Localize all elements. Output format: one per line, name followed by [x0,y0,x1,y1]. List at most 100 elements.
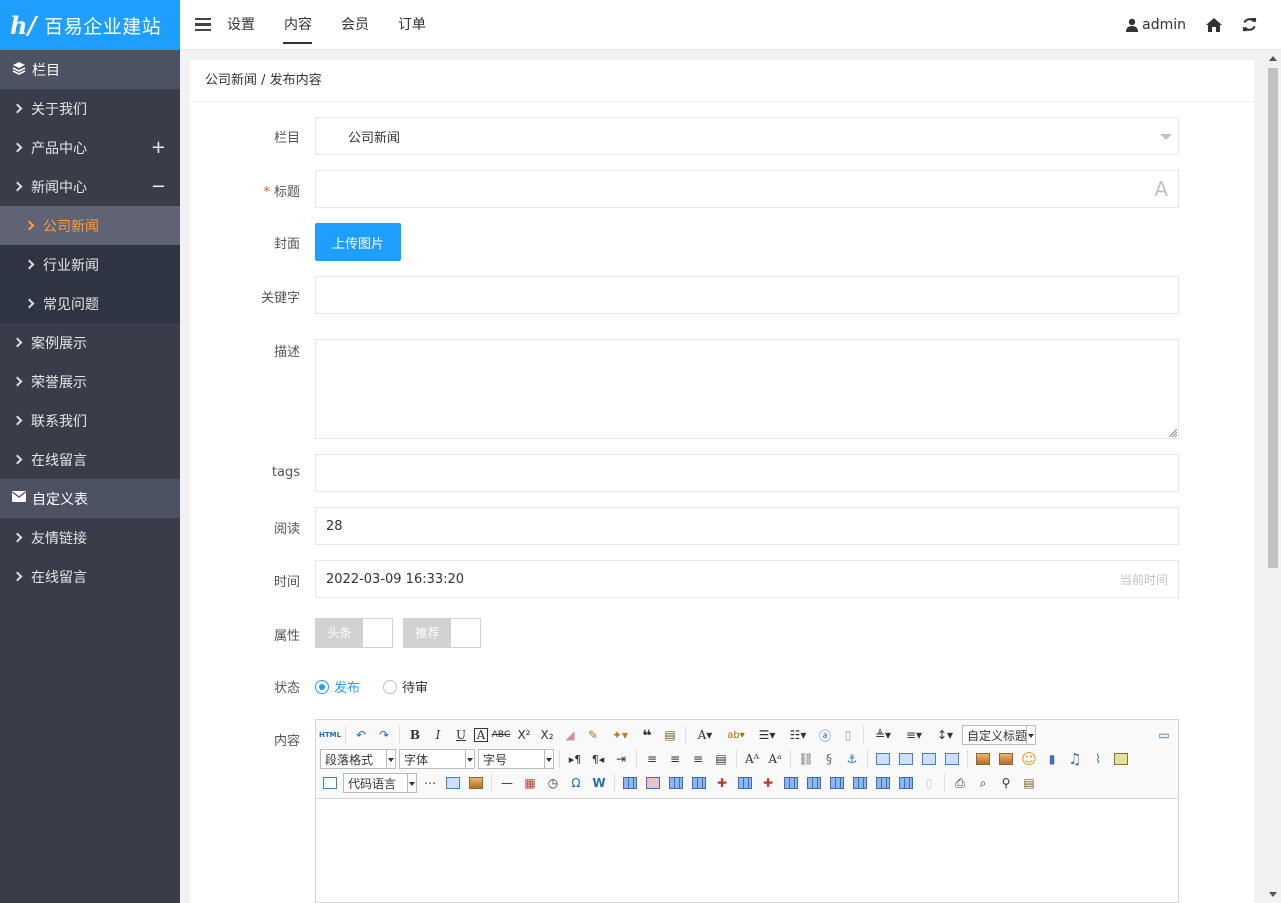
unlink-icon[interactable]: § [819,749,839,769]
resize-handle-icon[interactable] [1169,429,1177,437]
tags-input[interactable] [315,454,1179,492]
preview-icon[interactable]: ⌕ [973,773,993,793]
auto-format-icon[interactable]: ✦▾ [606,725,634,745]
sidebar-item-links[interactable]: 友情链接 [0,518,180,557]
ordered-list-icon[interactable]: ☰▾ [753,725,781,745]
map-icon[interactable] [1111,749,1131,769]
insert-row-icon[interactable] [689,773,709,793]
sidebar-item-messages-2[interactable]: 在线留言 [0,557,180,596]
sidebar-item-honors[interactable]: 荣誉展示 [0,362,180,401]
strikethrough-icon[interactable]: ABC [491,725,511,745]
horizontal-rule-icon[interactable]: — [497,773,517,793]
sidebar-item-cases[interactable]: 案例展示 [0,323,180,362]
page-scrollbar[interactable] [1264,50,1281,903]
html-source-icon[interactable]: HTML [319,725,341,745]
line-height-icon[interactable]: ↕▾ [931,725,959,745]
align-justify-icon[interactable]: ▤ [711,749,731,769]
ltr-icon[interactable]: ▸¶ [565,749,585,769]
sidebar-item-about[interactable]: 关于我们 [0,89,180,128]
paragraph-select[interactable]: 段落格式 [320,749,396,769]
emoticon-icon[interactable]: ☺ [1019,749,1039,769]
user-menu[interactable]: admin [1126,17,1186,33]
row-spacing-bottom-icon[interactable]: ≡▾ [900,725,928,745]
font-color-icon[interactable]: A▾ [691,725,719,745]
lowercase-icon[interactable]: Aᵃ [765,749,785,769]
scroll-up-icon[interactable] [1269,56,1277,61]
sidebar-subitem-industry-news[interactable]: 行业新闻 [0,245,180,284]
recommend-switch[interactable]: 推荐 [403,618,481,648]
drafts-icon[interactable]: ▤ [1019,773,1039,793]
nav-settings[interactable]: 设置 [226,0,269,50]
headline-switch[interactable]: 头条 [315,618,393,648]
font-a-icon[interactable]: A [1154,177,1168,201]
split-rows-icon[interactable] [873,773,893,793]
sidebar-item-news[interactable]: 新闻中心 − [0,167,180,206]
description-textarea[interactable] [315,339,1179,439]
delete-col-icon[interactable]: ✚ [758,773,778,793]
split-cells-icon[interactable] [850,773,870,793]
column-select[interactable]: 公司新闻 [315,117,1179,155]
insert-music-icon[interactable]: ♫ [1065,749,1085,769]
align-center-icon[interactable]: ≡ [665,749,685,769]
editor-body[interactable] [316,799,1178,902]
uppercase-icon[interactable]: Aᴬ [742,749,762,769]
align-right-icon[interactable]: ≡ [688,749,708,769]
eraser-icon[interactable]: ◢ [560,725,580,745]
paste-plain-icon[interactable]: ▤ [660,725,680,745]
subscript-icon[interactable]: X₂ [537,725,557,745]
date-icon[interactable]: ▦ [520,773,540,793]
time-icon[interactable]: ◷ [543,773,563,793]
logo[interactable]: h/ 百易企业建站 [0,0,180,50]
split-cols-icon[interactable] [896,773,916,793]
home-icon[interactable] [1206,17,1222,32]
upload-image-button[interactable]: 上传图片 [315,223,401,261]
page-break-icon[interactable]: ⋯ [420,773,440,793]
link-icon[interactable]: ⛓ [796,749,816,769]
nav-members[interactable]: 会员 [340,0,383,50]
chart-icon[interactable]: ▯ [919,773,939,793]
image-center-icon[interactable] [942,749,962,769]
code-language-select[interactable]: 代码语言 [343,773,417,793]
image-none-icon[interactable] [873,749,893,769]
insert-caption-icon[interactable] [666,773,686,793]
sidebar-section-columns[interactable]: 栏目 [0,50,180,89]
title-input[interactable]: A [315,170,1179,208]
nav-orders[interactable]: 订单 [397,0,440,50]
delete-table-icon[interactable] [643,773,663,793]
menu-toggle-icon[interactable] [180,17,226,32]
font-family-select[interactable]: 字体 [399,749,475,769]
row-spacing-top-icon[interactable]: ≜▾ [869,725,897,745]
select-all-icon[interactable]: ⓐ [815,725,835,745]
image-right-icon[interactable] [919,749,939,769]
scrollbar-thumb[interactable] [1268,68,1278,568]
delete-row-icon[interactable]: ✚ [712,773,732,793]
time-input[interactable]: 2022-03-09 16:33:20 当前时间 [315,560,1179,598]
word-image-icon[interactable]: W [589,773,609,793]
sidebar-item-contact[interactable]: 联系我们 [0,401,180,440]
views-input[interactable]: 28 [315,507,1179,545]
font-border-icon[interactable]: A [474,728,488,742]
fullscreen-icon[interactable]: ▭ [1154,725,1174,745]
expand-plus-icon[interactable]: + [151,137,166,158]
sidebar-subitem-faq[interactable]: 常见问题 [0,284,180,323]
template-icon[interactable] [443,773,463,793]
anchor-icon[interactable]: ⚓ [842,749,862,769]
print-icon[interactable]: ⎙ [950,773,970,793]
blockquote-icon[interactable]: ❝ [637,725,657,745]
underline-icon[interactable]: U [451,725,471,745]
current-time-button[interactable]: 当前时间 [1120,571,1168,588]
insert-table-icon[interactable] [620,773,640,793]
indent-icon[interactable]: ⇥ [611,749,631,769]
redo-icon[interactable]: ↷ [374,725,394,745]
align-left-icon[interactable]: ≡ [642,749,662,769]
image-left-icon[interactable] [896,749,916,769]
collapse-minus-icon[interactable]: − [151,176,166,197]
bold-icon[interactable]: B [405,725,425,745]
unordered-list-icon[interactable]: ☷▾ [784,725,812,745]
nav-content[interactable]: 内容 [283,0,326,50]
highlight-color-icon[interactable]: ab▾ [722,725,750,745]
insert-col-icon[interactable] [735,773,755,793]
attachment-icon[interactable]: ⌇ [1088,749,1108,769]
superscript-icon[interactable]: X² [514,725,534,745]
undo-icon[interactable]: ↶ [351,725,371,745]
